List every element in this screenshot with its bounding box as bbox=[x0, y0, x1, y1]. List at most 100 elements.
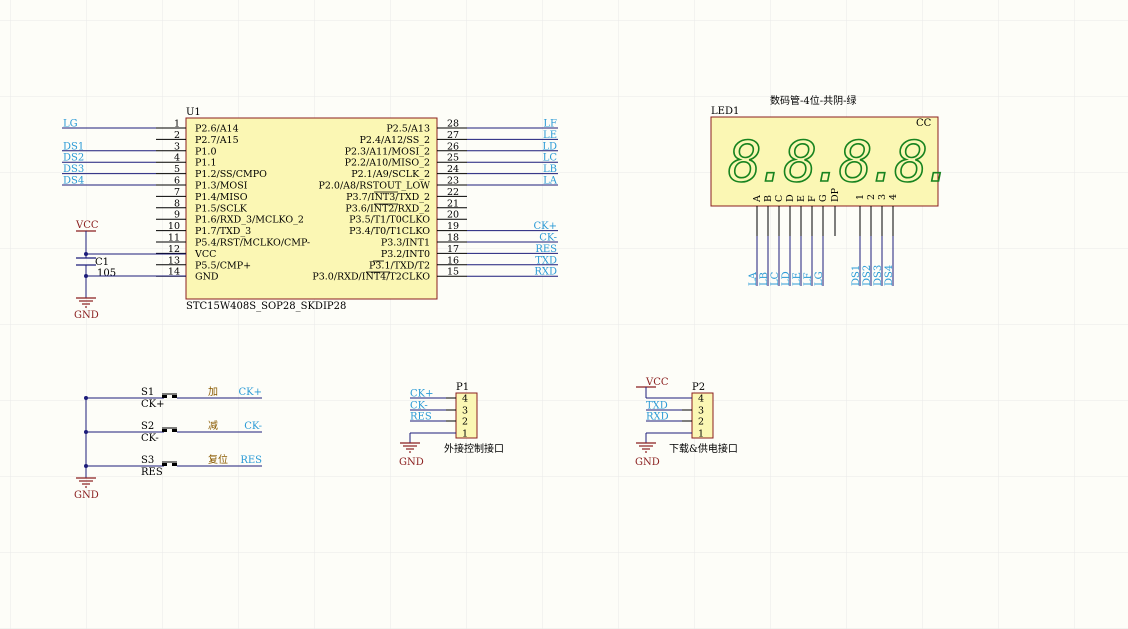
led1-digit-net-label: DS4 bbox=[884, 265, 895, 286]
led1-digit-pin-label: 3 bbox=[877, 194, 888, 200]
u1-pin-name: P3.1/TXD/T2 bbox=[369, 260, 430, 271]
u1-pin-name: P1.3/MOSI bbox=[195, 181, 248, 192]
c1-designator: C1 bbox=[95, 257, 109, 268]
switch-net-name: RES bbox=[141, 467, 163, 478]
led1-segment-pin-label: F bbox=[807, 195, 818, 202]
u1-pin-number: 27 bbox=[447, 130, 459, 141]
led1-segment-pin-label: E bbox=[796, 195, 807, 202]
switch-contact-right bbox=[172, 395, 177, 398]
u1-pin-number: 13 bbox=[168, 255, 180, 266]
u1-pin-number: 28 bbox=[447, 119, 459, 130]
u1-pin-number: 1 bbox=[174, 119, 180, 130]
vcc-label-u1: VCC bbox=[75, 220, 99, 231]
u1-pin-name: P2.1/A9/SCLK_2 bbox=[351, 169, 430, 180]
switch-net-name: CK- bbox=[141, 433, 159, 444]
p1-gnd-label: GND bbox=[399, 457, 424, 468]
u1-pin-name: P1.5/SCLK bbox=[195, 203, 248, 214]
u1-pin-name: P2.2/A10/MISO_2 bbox=[345, 158, 430, 169]
led1-designator: LED1 bbox=[711, 106, 739, 117]
led1-digit-pin-label: 2 bbox=[866, 194, 877, 200]
u1-net-label: CK+ bbox=[533, 221, 557, 232]
led1-segment-pin-label: D bbox=[785, 194, 796, 202]
led1-segment-net-label: LB bbox=[759, 272, 770, 286]
u1-pin-name: P3.4/T0/T1CLKO bbox=[349, 226, 430, 237]
switch-designator: S3 bbox=[141, 455, 154, 466]
switch-contact-right bbox=[172, 463, 177, 466]
switch-net-label: RES bbox=[240, 455, 262, 466]
c1-value: 105 bbox=[97, 268, 116, 279]
p1-caption: 外接控制接口 bbox=[444, 442, 504, 455]
u1-pin-number: 6 bbox=[174, 176, 180, 187]
u1-pin-number: 25 bbox=[447, 153, 459, 164]
p2-net-label: RXD bbox=[646, 412, 669, 423]
gnd-label-u1: GND bbox=[74, 310, 99, 321]
u1-pin-number: 4 bbox=[174, 153, 180, 164]
led1-segment-pin-label: B bbox=[763, 195, 774, 202]
u1-pin-name: P3.7/INT3/TXD_2 bbox=[346, 192, 430, 203]
u1-net-label: DS4 bbox=[63, 176, 84, 187]
gnd-label-switches: GND bbox=[74, 490, 99, 501]
u1-net-label: TXD bbox=[535, 255, 557, 266]
led1-segment-net-label: LA bbox=[748, 271, 759, 286]
led1-segment-net-label: LE bbox=[792, 272, 803, 286]
u1-designator: U1 bbox=[186, 107, 201, 118]
p2-pin-number: 1 bbox=[698, 429, 704, 440]
u1-pin-number: 3 bbox=[174, 141, 180, 152]
p1-pin-number: 3 bbox=[462, 406, 468, 417]
u1-pin-name: P1.2/SS/CMPO bbox=[195, 169, 267, 180]
u1-pin-number: 11 bbox=[168, 233, 180, 244]
u1-net-label: CK- bbox=[539, 233, 557, 244]
switch-contact-left bbox=[162, 429, 167, 432]
p1-net-label: CK- bbox=[410, 401, 428, 412]
switch-contact-right bbox=[172, 429, 177, 432]
u1-pin-name: P2.6/A14 bbox=[195, 124, 239, 135]
u1-pin-number: 5 bbox=[174, 164, 180, 175]
u1-net-label: RES bbox=[535, 244, 557, 255]
u1-pin-name: P3.2/INT0 bbox=[381, 249, 430, 260]
p2-pin-number: 2 bbox=[698, 417, 704, 428]
led1-cc-label: CC bbox=[916, 118, 932, 129]
u1-net-label: LD bbox=[542, 141, 557, 152]
switch-designator: S2 bbox=[141, 421, 154, 432]
u1-pin-number: 22 bbox=[447, 187, 459, 198]
p2-designator: P2 bbox=[692, 382, 705, 393]
u1-pin-name: VCC bbox=[194, 249, 216, 260]
p2-net-label: TXD bbox=[646, 401, 668, 412]
u1-pin-name: P3.5/T1/T0CLKO bbox=[349, 215, 430, 226]
u1-pin-name: P2.7/A15 bbox=[195, 135, 239, 146]
p2-gnd-label: GND bbox=[635, 457, 660, 468]
led1-digit-pin-label: 1 bbox=[855, 194, 866, 200]
u1-net-label: DS3 bbox=[63, 164, 84, 175]
u1-pin-name: P3.6/INT2/RXD_2 bbox=[345, 203, 430, 214]
u1-pin-name: P1.1 bbox=[195, 158, 217, 169]
sheet-grid bbox=[0, 0, 1128, 629]
switch-net-name: CK+ bbox=[141, 399, 165, 410]
u1-net-label: LA bbox=[543, 176, 558, 187]
p1-designator: P1 bbox=[456, 382, 469, 393]
u1-pin-name: P1.4/MISO bbox=[195, 192, 248, 203]
u1-pin-name: P5.5/CMP+ bbox=[195, 260, 251, 271]
u1-pin-number: 9 bbox=[174, 210, 180, 221]
u1-pin-name: P2.5/A13 bbox=[386, 124, 430, 135]
led1-digit-net-label: DS3 bbox=[873, 265, 884, 286]
p1-pin-number: 1 bbox=[462, 429, 468, 440]
led1-title: 数码管-4位-共阴-绿 bbox=[770, 94, 857, 107]
switch-contact-left bbox=[162, 463, 167, 466]
switch-designator: S1 bbox=[141, 387, 154, 398]
led1-digit-net-label: DS1 bbox=[851, 265, 862, 286]
u1-net-label: LF bbox=[543, 119, 557, 130]
switch-caption: 复位 bbox=[208, 453, 228, 466]
u1-pin-number: 7 bbox=[174, 187, 180, 198]
u1-pin-name: P1.7/TXD_3 bbox=[195, 226, 251, 237]
led1-segment-pin-label: C bbox=[774, 195, 785, 202]
led1-segment-pin-label: G bbox=[818, 194, 829, 202]
u1-pin-number: 16 bbox=[447, 255, 459, 266]
u1-pin-name: P3.0/RXD/INT4/T2CLKO bbox=[312, 272, 430, 283]
u1-net-label: DS1 bbox=[63, 141, 84, 152]
p1-net-label: CK+ bbox=[410, 389, 434, 400]
led1-digits: 8.8.8.8. bbox=[728, 130, 950, 195]
u1-pin-name: P1.0 bbox=[195, 146, 217, 157]
u1-pin-number: 10 bbox=[168, 221, 180, 232]
u1-net-label: LG bbox=[63, 119, 78, 130]
u1-part-name: STC15W408S_SOP28_SKDIP28 bbox=[186, 301, 346, 312]
